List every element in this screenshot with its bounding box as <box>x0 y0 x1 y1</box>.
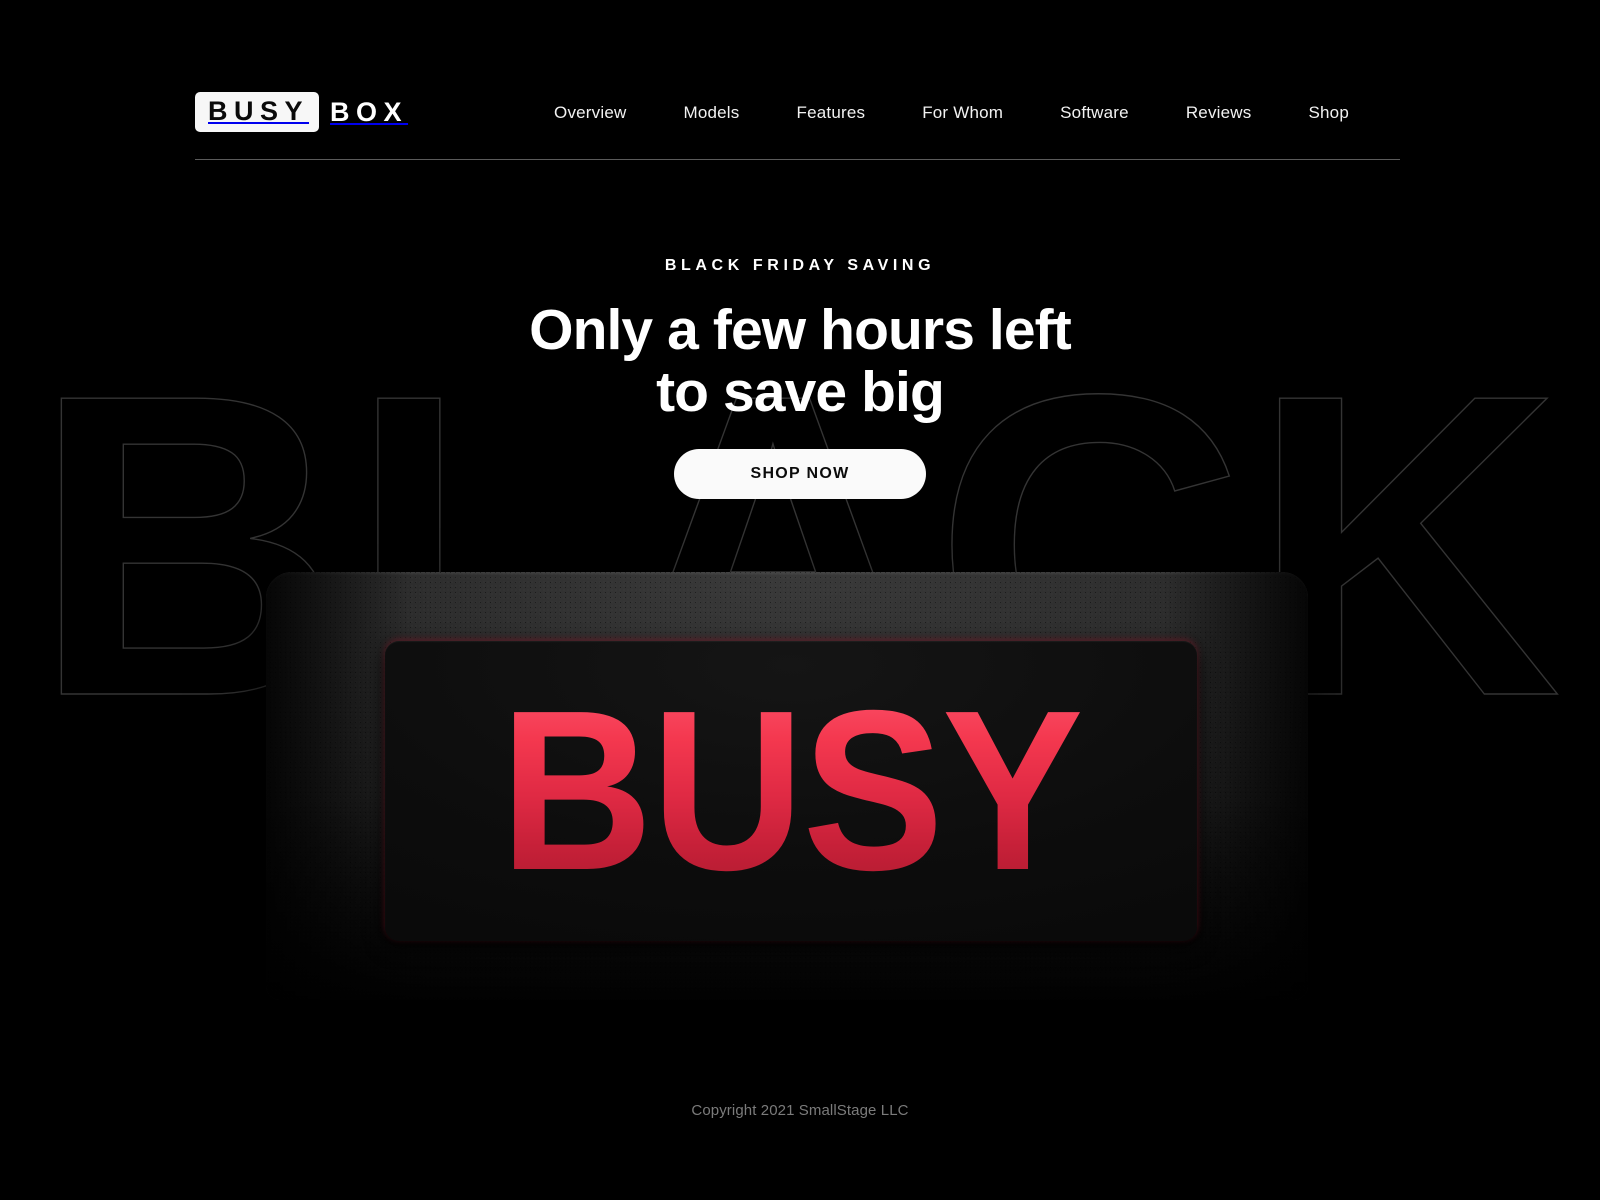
device-screen-panel: BUSY <box>385 641 1197 941</box>
nav-item-reviews[interactable]: Reviews <box>1186 98 1252 127</box>
hero-cta-wrapper: SHOP NOW <box>0 449 1600 500</box>
nav-item-software[interactable]: Software <box>1060 98 1129 127</box>
hero-headline: Only a few hours left to save big <box>529 298 1072 424</box>
nav-item-for-whom[interactable]: For Whom <box>922 98 1003 127</box>
nav-item-overview[interactable]: Overview <box>554 98 626 127</box>
device-screen-text: BUSY <box>496 677 1085 905</box>
header-divider <box>195 159 1400 160</box>
site-header: BUSY BOX Overview Models Features For Wh… <box>0 0 1600 165</box>
copyright-text: Copyright 2021 SmallStage LLC <box>691 1102 909 1119</box>
logo-mark-busy: BUSY <box>195 92 320 132</box>
nav-item-models[interactable]: Models <box>683 98 739 127</box>
hero-section: BLACK FRIDAY SAVING Only a few hours lef… <box>0 257 1600 500</box>
main-navigation: Overview Models Features For Whom Softwa… <box>554 98 1400 127</box>
page-root: BLACK BUSY BOX Overview Models Features … <box>0 0 1600 1200</box>
header-inner: BUSY BOX Overview Models Features For Wh… <box>195 0 1400 160</box>
logo[interactable]: BUSY BOX <box>195 92 409 132</box>
site-footer: Copyright 2021 SmallStage LLC <box>0 1103 1600 1118</box>
nav-item-shop[interactable]: Shop <box>1308 98 1349 127</box>
nav-item-features[interactable]: Features <box>797 98 866 127</box>
logo-word-box: BOX <box>330 96 409 127</box>
product-device: BUSY <box>266 572 1308 1000</box>
shop-now-button[interactable]: SHOP NOW <box>674 449 926 500</box>
hero-eyebrow: BLACK FRIDAY SAVING <box>664 257 936 274</box>
